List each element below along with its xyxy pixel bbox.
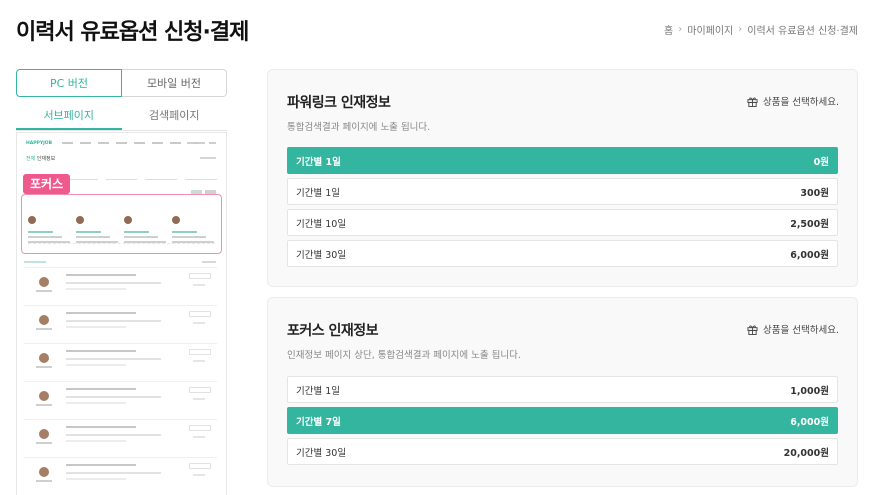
option-row[interactable]: 기간별 1일 1,000원 xyxy=(287,376,838,403)
breadcrumb-current: 이력서 유료옵션 신청·결제 xyxy=(747,26,858,37)
panel-title: 파워링크 인재정보 xyxy=(287,95,391,111)
breadcrumb-mypage[interactable]: 마이페이지 xyxy=(687,22,733,37)
focus-card xyxy=(172,209,214,243)
select-product-label: 상품을 선택하세요. xyxy=(763,97,839,108)
option-label: 기간별 1일 xyxy=(296,385,341,397)
option-list: 기간별 1일 1,000원 기간별 7일 6,000원 기간별 30일 20,000원 xyxy=(287,376,838,469)
mock-list-row xyxy=(24,305,217,341)
gift-icon xyxy=(747,324,758,335)
mock-list-heading-right xyxy=(202,261,216,263)
chevron-right-icon: › xyxy=(738,24,743,35)
preview-area: PC 버전 모바일 버전 서브페이지 검색페이지 HAPPYJOB 전체 인재정… xyxy=(16,69,227,495)
mock-subtitle: 전체 인재정보 xyxy=(26,156,56,162)
option-price: 20,000원 xyxy=(783,447,829,459)
preview-screenshot: HAPPYJOB 전체 인재정보 포커스 xyxy=(16,132,227,495)
option-label: 기간별 10일 xyxy=(296,218,347,230)
option-row[interactable]: 기간별 30일 6,000원 xyxy=(287,240,838,267)
panel-description: 인재정보 페이지 상단, 통합검색결과 페이지에 노출 됩니다. xyxy=(287,350,521,361)
mock-list-row xyxy=(24,267,217,303)
focus-label-badge: 포커스 xyxy=(23,174,71,194)
option-label: 기간별 1일 xyxy=(296,187,341,199)
mock-list-row xyxy=(24,343,217,379)
option-row[interactable]: 기간별 30일 20,000원 xyxy=(287,438,838,465)
tab-sub-page[interactable]: 서브페이지 xyxy=(16,107,122,130)
mock-list-row xyxy=(24,419,217,455)
focus-card xyxy=(28,209,70,243)
focus-panel: 포커스 인재정보 상품을 선택하세요. 인재정보 페이지 상단, 통합검색결과 … xyxy=(267,297,858,487)
option-price: 6,000원 xyxy=(790,249,829,261)
device-tabs: PC 버전 모바일 버전 xyxy=(16,69,227,97)
tab-search-page[interactable]: 검색페이지 xyxy=(122,107,228,130)
option-label: 기간별 1일 xyxy=(296,156,341,168)
breadcrumb: 홈 › 마이페이지 › 이력서 유료옵션 신청·결제 xyxy=(664,22,858,37)
select-product-button[interactable]: 상품을 선택하세요. xyxy=(747,94,839,108)
option-list: 기간별 1일 0원 기간별 1일 300원 기간별 10일 2,500원 기간별 30… xyxy=(287,147,838,271)
tab-mobile-version[interactable]: 모바일 버전 xyxy=(122,69,227,97)
chevron-right-icon: › xyxy=(678,24,683,35)
option-label: 기간별 30일 xyxy=(296,249,347,261)
panel-description: 통합검색결과 페이지에 노출 됩니다. xyxy=(287,122,431,133)
option-price: 300원 xyxy=(800,187,829,199)
option-price: 1,000원 xyxy=(790,385,829,397)
mock-subtitle-right xyxy=(200,157,216,159)
mock-list-heading xyxy=(24,261,46,263)
option-price: 0원 xyxy=(813,156,829,168)
panel-title: 포커스 인재정보 xyxy=(287,323,379,339)
mock-nav xyxy=(62,142,199,144)
mock-list-row xyxy=(24,381,217,417)
focus-card xyxy=(76,209,118,243)
option-price: 2,500원 xyxy=(790,218,829,230)
focus-card xyxy=(124,209,166,243)
mock-nav-right xyxy=(187,142,216,144)
select-product-button[interactable]: 상품을 선택하세요. xyxy=(747,322,839,336)
mock-logo: HAPPYJOB xyxy=(26,141,53,146)
option-label: 기간별 7일 xyxy=(296,416,341,428)
mock-list-row xyxy=(24,457,217,493)
option-label: 기간별 30일 xyxy=(296,447,347,459)
select-product-label: 상품을 선택하세요. xyxy=(763,325,839,336)
option-row[interactable]: 기간별 1일 0원 xyxy=(287,147,838,174)
option-row[interactable]: 기간별 1일 300원 xyxy=(287,178,838,205)
tab-pc-version[interactable]: PC 버전 xyxy=(16,69,122,97)
option-price: 6,000원 xyxy=(790,416,829,428)
option-row[interactable]: 기간별 7일 6,000원 xyxy=(287,407,838,434)
gift-icon xyxy=(747,96,758,107)
focus-box-footer xyxy=(28,243,215,247)
option-row[interactable]: 기간별 10일 2,500원 xyxy=(287,209,838,236)
breadcrumb-home[interactable]: 홈 xyxy=(664,22,673,37)
powerlink-panel: 파워링크 인재정보 상품을 선택하세요. 통합검색결과 페이지에 노출 됩니다.… xyxy=(267,69,858,287)
page-tabs: 서브페이지 검색페이지 xyxy=(16,107,227,131)
page-title: 이력서 유료옵션 신청·결제 xyxy=(16,20,249,45)
focus-highlight-box xyxy=(21,194,222,254)
